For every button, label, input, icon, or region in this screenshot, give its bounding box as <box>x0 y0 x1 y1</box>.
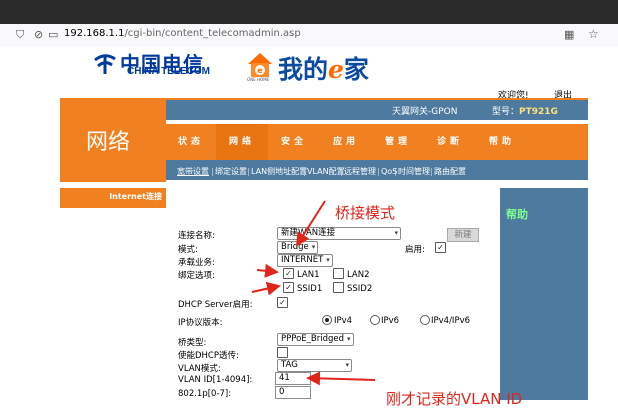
ehome-suffix: 家 <box>343 55 369 84</box>
mode-select[interactable]: Bridge ▾ <box>277 241 319 254</box>
model-value: PT921G <box>519 107 558 117</box>
chevron-down-icon: ▾ <box>311 243 316 251</box>
chevron-down-icon: ▾ <box>326 256 330 264</box>
sidebar <box>60 188 166 400</box>
ip-version-ipv4-label: IPv4 <box>334 316 353 326</box>
url-text[interactable]: 192.168.1.1/cgi-bin/content_telecomadmin… <box>64 28 301 39</box>
bind-ssid2-checkbox[interactable] <box>333 282 344 293</box>
annotation-vlan-id-note: 刚才记录的VLAN ID <box>386 390 523 408</box>
ip-version-ipv6-label: IPv6 <box>381 316 400 326</box>
bind-lan1-label: LAN1 <box>297 270 320 280</box>
mode-value: Bridge <box>281 242 309 252</box>
ehome-logo-text: 我的e家 <box>278 50 369 86</box>
vlan-mode-value: TAG <box>281 360 298 370</box>
vlan-id-input[interactable]: 41 <box>275 372 311 385</box>
ip-version-label: IP协议版本: <box>178 318 223 328</box>
chevron-down-icon: ▾ <box>347 335 351 343</box>
subnav-lan-address[interactable]: LAN侧地址配置 <box>250 165 308 179</box>
tab-management[interactable]: 管理 <box>372 124 424 160</box>
ehome-prefix: 我的 <box>278 55 329 84</box>
chevron-down-icon: ▾ <box>394 229 398 237</box>
ip-version-ipv4-radio[interactable] <box>322 315 332 325</box>
section-title: 网络 <box>86 130 131 155</box>
tab-help[interactable]: 帮助 <box>476 124 528 160</box>
bind-lan1-checkbox[interactable]: ✓ <box>283 268 294 279</box>
chevron-down-icon: ▾ <box>345 361 349 369</box>
bind-lan2-checkbox[interactable] <box>333 268 344 279</box>
bridge-type-value: PPPoE_Bridged <box>281 334 344 344</box>
ehome-badge-text: ONE HOME <box>247 77 270 82</box>
dhcp-server-checkbox[interactable]: ✓ <box>277 297 288 308</box>
shield-icon[interactable]: ⛉ <box>16 28 24 42</box>
bookmark-star-icon[interactable]: ☆ <box>588 27 599 41</box>
dhcp-relay-label: 使能DHCP透传: <box>178 351 239 361</box>
vlan-mode-label: VLAN模式: <box>178 364 221 374</box>
no-tracking-icon[interactable]: ⊘ <box>34 28 43 41</box>
gateway-name: 天翼网关-GPON <box>392 107 458 117</box>
new-connection-button[interactable]: 新建 <box>447 228 479 242</box>
ip-version-dual-radio[interactable] <box>420 315 430 325</box>
tab-diagnosis[interactable]: 诊断 <box>424 124 476 160</box>
dhcp-relay-checkbox[interactable] <box>277 347 288 358</box>
svg-text:e: e <box>257 66 263 75</box>
sidebar-item-label: Internet连接 <box>109 192 162 201</box>
model-info: 型号：PT921G <box>492 104 558 117</box>
service-value: INTERNET <box>281 255 324 265</box>
model-label: 型号： <box>492 107 520 117</box>
mode-label: 模式: <box>178 245 198 255</box>
service-select[interactable]: INTERNET ▾ <box>277 254 333 267</box>
bind-ssid2-label: SSID2 <box>347 284 373 294</box>
conn-name-value: 新建WAN连接 <box>281 228 336 238</box>
bind-lan2-label: LAN2 <box>347 270 370 280</box>
tab-security[interactable]: 安全 <box>268 124 320 160</box>
china-telecom-logo-en: CHINA TELECOM <box>127 66 210 77</box>
tab-status[interactable]: 状态 <box>166 124 216 160</box>
bind-options-label: 绑定选项: <box>178 271 215 281</box>
enable-label: 启用: <box>405 245 425 255</box>
service-label: 承载业务: <box>178 258 215 268</box>
help-title: 帮助 <box>506 208 528 221</box>
qr-code-icon[interactable]: ▦ <box>564 28 574 41</box>
page-info-icon[interactable]: ▭ <box>48 28 58 41</box>
p8021-input[interactable]: 0 <box>275 386 311 399</box>
tab-application[interactable]: 应用 <box>320 124 372 160</box>
vlan-id-label: VLAN ID[1-4094]: <box>178 375 253 385</box>
conn-name-select[interactable]: 新建WAN连接 ▾ <box>277 227 401 240</box>
annotation-bridge-mode: 桥接模式 <box>335 204 396 222</box>
china-telecom-logo-icon <box>94 54 116 74</box>
bind-ssid1-checkbox[interactable]: ✓ <box>283 282 294 293</box>
bridge-type-select[interactable]: PPPoE_Bridged ▾ <box>277 333 354 346</box>
ip-version-ipv6-radio[interactable] <box>370 315 380 325</box>
dhcp-server-label: DHCP Server启用: <box>178 300 253 310</box>
tab-network[interactable]: 网络 <box>216 124 268 160</box>
ip-version-dual-label: IPv4/IPv6 <box>431 316 471 326</box>
conn-name-label: 连接名称: <box>178 231 215 241</box>
subnav-broadband[interactable]: 宽带设置 <box>176 165 210 179</box>
p8021-label: 802.1p[0-7]: <box>178 389 232 399</box>
browser-titlebar <box>0 0 618 24</box>
subnav-routing[interactable]: 路由配置 <box>433 165 467 179</box>
bind-ssid1-label: SSID1 <box>297 284 323 294</box>
vlan-mode-select[interactable]: TAG ▾ <box>277 359 352 372</box>
subnav-binding[interactable]: 绑定设置 <box>214 165 248 179</box>
bridge-type-label: 桥类型: <box>178 338 207 348</box>
enable-checkbox[interactable]: ✓ <box>435 242 446 253</box>
ehome-house-icon: e <box>248 53 272 77</box>
url-host: 192.168.1.1 <box>64 28 125 39</box>
url-path: /cgi-bin/content_telecomadmin.asp <box>124 28 301 39</box>
subnav-time[interactable]: 时间管理 <box>397 165 431 179</box>
subnav-remote-management[interactable]: 远程管理 <box>343 165 377 179</box>
ehome-e: e <box>328 55 344 84</box>
